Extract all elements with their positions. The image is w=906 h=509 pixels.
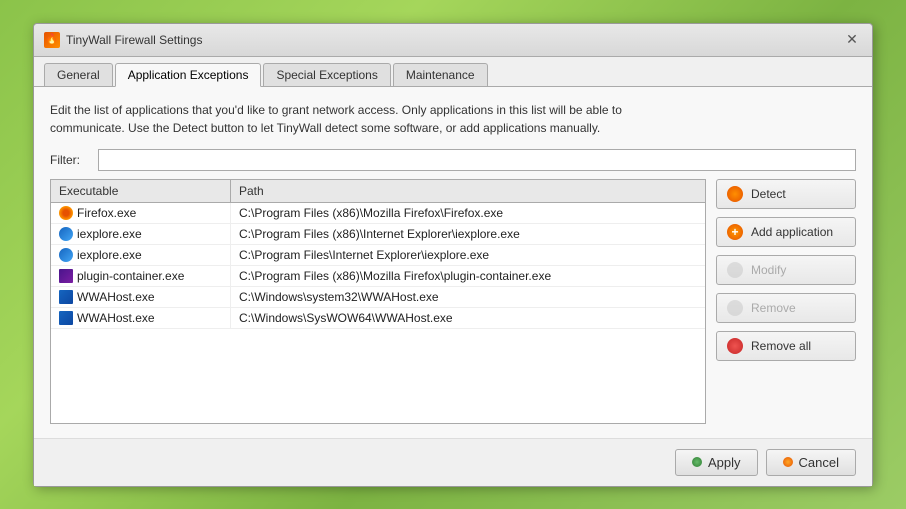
table-body: Firefox.exe C:\Program Files (x86)\Mozil… [51, 203, 705, 423]
description-text: Edit the list of applications that you'd… [50, 101, 856, 137]
title-bar-left: TinyWall Firewall Settings [44, 32, 202, 48]
bottom-bar: Apply Cancel [34, 438, 872, 486]
add-icon: + [727, 224, 743, 240]
path-cell: C:\Program Files\Internet Explorer\iexpl… [231, 245, 705, 265]
detect-button[interactable]: Detect [716, 179, 856, 209]
table-row[interactable]: WWAHost.exe C:\Windows\system32\WWAHost.… [51, 287, 705, 308]
table-row[interactable]: Firefox.exe C:\Program Files (x86)\Mozil… [51, 203, 705, 224]
wwahost-icon [59, 311, 73, 325]
executable-cell: iexplore.exe [51, 224, 231, 244]
modify-icon [727, 262, 743, 278]
firefox-icon [59, 206, 73, 220]
title-bar: TinyWall Firewall Settings ✕ [34, 24, 872, 57]
remove-button[interactable]: Remove [716, 293, 856, 323]
tab-application-exceptions[interactable]: Application Exceptions [115, 63, 262, 87]
cancel-dot-icon [783, 457, 793, 467]
path-cell: C:\Windows\SysWOW64\WWAHost.exe [231, 308, 705, 328]
remove-all-icon [727, 338, 743, 354]
apply-button[interactable]: Apply [675, 449, 758, 476]
tab-bar: General Application Exceptions Special E… [34, 57, 872, 87]
cancel-button[interactable]: Cancel [766, 449, 856, 476]
table-header: Executable Path [51, 180, 705, 203]
plugin-container-icon [59, 269, 73, 283]
col-header-path: Path [231, 180, 705, 202]
col-header-executable: Executable [51, 180, 231, 202]
ie-icon [59, 248, 73, 262]
close-button[interactable]: ✕ [842, 30, 862, 50]
tab-special-exceptions[interactable]: Special Exceptions [263, 63, 390, 86]
tab-general[interactable]: General [44, 63, 113, 86]
add-application-button[interactable]: + Add application [716, 217, 856, 247]
filter-input[interactable] [98, 149, 856, 171]
tab-content: Edit the list of applications that you'd… [34, 87, 872, 438]
modify-button[interactable]: Modify [716, 255, 856, 285]
path-cell: C:\Program Files (x86)\Mozilla Firefox\p… [231, 266, 705, 286]
path-cell: C:\Program Files (x86)\Mozilla Firefox\F… [231, 203, 705, 223]
path-cell: C:\Windows\system32\WWAHost.exe [231, 287, 705, 307]
filter-label: Filter: [50, 153, 90, 167]
filter-row: Filter: [50, 149, 856, 171]
path-cell: C:\Program Files (x86)\Internet Explorer… [231, 224, 705, 244]
executable-cell: WWAHost.exe [51, 308, 231, 328]
wwahost-icon [59, 290, 73, 304]
table-row[interactable]: iexplore.exe C:\Program Files (x86)\Inte… [51, 224, 705, 245]
settings-window: TinyWall Firewall Settings ✕ General App… [33, 23, 873, 487]
detect-icon [727, 186, 743, 202]
remove-all-button[interactable]: Remove all [716, 331, 856, 361]
applications-table: Executable Path Firefox.exe C:\Program F… [50, 179, 706, 424]
table-row[interactable]: iexplore.exe C:\Program Files\Internet E… [51, 245, 705, 266]
tab-maintenance[interactable]: Maintenance [393, 63, 488, 86]
executable-cell: WWAHost.exe [51, 287, 231, 307]
remove-icon [727, 300, 743, 316]
apply-dot-icon [692, 457, 702, 467]
app-icon [44, 32, 60, 48]
table-row[interactable]: plugin-container.exe C:\Program Files (x… [51, 266, 705, 287]
ie-icon [59, 227, 73, 241]
window-title: TinyWall Firewall Settings [66, 33, 202, 47]
executable-cell: Firefox.exe [51, 203, 231, 223]
main-area: Executable Path Firefox.exe C:\Program F… [50, 179, 856, 424]
executable-cell: iexplore.exe [51, 245, 231, 265]
table-row[interactable]: WWAHost.exe C:\Windows\SysWOW64\WWAHost.… [51, 308, 705, 329]
executable-cell: plugin-container.exe [51, 266, 231, 286]
right-panel: Detect + Add application Modify Remove R… [716, 179, 856, 424]
